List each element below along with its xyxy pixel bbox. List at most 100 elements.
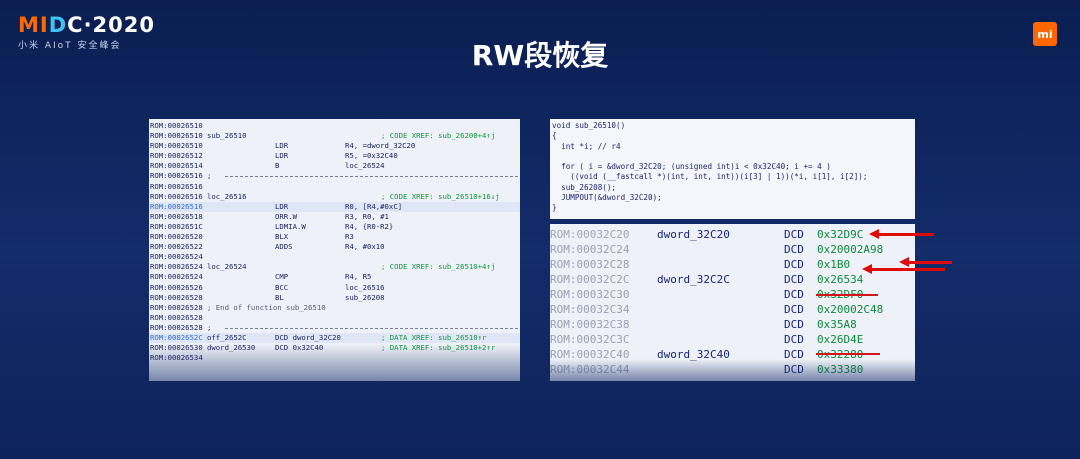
data-label: dword_32C2C <box>657 273 730 286</box>
data-value: 0x32D9C <box>817 228 864 241</box>
data-label: dword_32C40 <box>657 348 730 361</box>
asm-address: ROM:00026530 <box>150 343 203 353</box>
asm-address: ROM:00026528 <box>150 322 203 332</box>
data-address: ROM:00032C40 <box>550 348 630 361</box>
pseudocode-line: JUMPOUT(&dword_32C20); <box>552 193 662 203</box>
asm-line: ROM:00026522 ADDS R4, #0x10 <box>149 242 520 252</box>
asm-address: ROM:00026512 <box>150 151 203 161</box>
pseudocode-lines: void sub_26510(){ int *i; // r4 for ( i … <box>550 119 915 214</box>
data-directive: DCD <box>784 363 804 376</box>
data-directive: DCD <box>784 228 804 241</box>
data-label: dword_32C20 <box>657 228 730 241</box>
data-row: ROM:00032C34 DCD 0x20002C48 <box>550 302 915 317</box>
asm-opcode: BLX <box>275 232 289 242</box>
asm-address: ROM:00026516 <box>150 181 203 191</box>
asm-comment: ; DATA XREF: sub_26510↑r <box>381 332 487 342</box>
asm-line: ROM:00026528 BL sub_26208 <box>149 293 520 303</box>
data-value: 0x20002A98 <box>817 243 884 256</box>
pseudocode-line: int *i; // r4 <box>552 141 621 151</box>
asm-line: ROM:00026510 <box>149 121 520 131</box>
data-row: ROM:00032C20 dword_32C20 DCD 0x32D9C <box>550 227 915 242</box>
data-directive: DCD <box>784 333 804 346</box>
asm-operand: R4, #0x10 <box>345 242 385 252</box>
asm-address: ROM:00026510 <box>150 141 203 151</box>
asm-line: ROM:00026512 LDR R5, =0x32C40 <box>149 151 520 161</box>
asm-line: ROM:00026528 <box>149 313 520 323</box>
disassembly-lines: ROM:00026510 ROM:00026510 sub_26510; CODE … <box>149 119 520 363</box>
data-directive: DCD <box>784 273 804 286</box>
asm-address: ROM:00026534 <box>150 353 203 363</box>
asm-line: ROM:00026524 <box>149 252 520 262</box>
asm-comment: ; CODE XREF: sub_26510+4↑j <box>381 262 496 272</box>
asm-address: ROM:00026518 <box>150 211 203 221</box>
asm-operand: R4, R5 <box>345 272 372 282</box>
asm-address: ROM:00026524 <box>150 252 203 262</box>
data-dump-panel: ROM:00032C20 dword_32C20 DCD 0x32D9C ROM:000… <box>550 224 915 381</box>
asm-opcode: BCC <box>275 282 289 292</box>
data-directive: DCD <box>784 288 804 301</box>
asm-operand: R3 <box>345 232 354 242</box>
data-row: ROM:00032C28 DCD 0x1B0 <box>550 257 915 272</box>
asm-opcode: LDR <box>275 141 289 151</box>
asm-opcode: ADDS <box>275 242 293 252</box>
slide-title: RW段恢复 <box>471 39 609 72</box>
asm-opcode: LDMIA.W <box>275 221 306 231</box>
asm-address: ROM:0002651C <box>150 221 203 231</box>
data-address: ROM:00032C20 <box>550 228 630 241</box>
asm-opcode: ORR.W <box>275 211 297 221</box>
data-address: ROM:00032C28 <box>550 258 630 271</box>
pseudocode-line <box>552 152 915 162</box>
pseudocode-line: { <box>552 131 557 141</box>
asm-label: ; <box>207 171 212 181</box>
asm-label: sub_26510 <box>207 131 247 141</box>
data-address: ROM:00032C30 <box>550 288 630 301</box>
data-address: ROM:00032C38 <box>550 318 630 331</box>
data-directive: DCD <box>784 303 804 316</box>
asm-address: ROM:00026514 <box>150 161 203 171</box>
red-arrow-1 <box>869 229 934 239</box>
asm-address: ROM:00026516 <box>150 191 203 201</box>
asm-address: ROM:00026522 <box>150 242 203 252</box>
asm-opcode: LDR <box>275 151 289 161</box>
asm-line: ROM:00026524 CMP R4, R5 <box>149 272 520 282</box>
asm-separator <box>225 176 518 178</box>
asm-opcode: CMP <box>275 272 289 282</box>
data-value: 0x33380 <box>817 363 864 376</box>
asm-operand: R4, =dword_32C20 <box>345 141 416 151</box>
asm-line: ROM:00026510 LDR R4, =dword_32C20 <box>149 141 520 151</box>
red-arrow-3 <box>862 264 945 274</box>
asm-label: off_2652C <box>207 332 247 342</box>
asm-address: ROM:00026528 <box>150 312 203 322</box>
asm-line: ROM:00026524 loc_26524 ; CODE XREF: sub_26… <box>149 262 520 272</box>
pseudocode-line: sub_26208(); <box>552 182 617 192</box>
pseudocode-line: } <box>552 203 557 213</box>
asm-operand: R0, [R4,#0xC] <box>345 201 403 211</box>
asm-end-comment: ; End of function sub_26510 <box>207 302 326 312</box>
pseudocode-panel: void sub_26510(){ int *i; // r4 for ( i … <box>550 119 915 219</box>
data-value: 0x26534 <box>817 273 864 286</box>
asm-line: ROM:00026516; <box>149 171 520 181</box>
asm-opcode: DCD 0x32C40 <box>275 343 324 353</box>
asm-operand: loc_26516 <box>345 282 385 292</box>
data-value: 0x35A8 <box>817 318 857 331</box>
data-address: ROM:00032C3C <box>550 333 630 346</box>
asm-line: ROM:0002651C LDMIA.W R4, {R0-R2} <box>149 222 520 232</box>
asm-line: ROM:00026516 <box>149 182 520 192</box>
asm-line: ROM:00026510 sub_26510 ; CODE XREF: sub_26… <box>149 131 520 141</box>
asm-address: ROM:00026524 <box>150 262 203 272</box>
underline-26d4e <box>816 353 880 355</box>
asm-line: ROM:0002652C off_2652C DCD dword_32C20 ; DA… <box>149 332 520 344</box>
data-address: ROM:00032C24 <box>550 243 630 256</box>
data-directive: DCD <box>784 243 804 256</box>
asm-operand: R5, =0x32C40 <box>345 151 398 161</box>
asm-address: ROM:00026520 <box>150 232 203 242</box>
asm-line: ROM:00026526 BCC loc_26516 <box>149 283 520 293</box>
asm-opcode: LDR <box>275 201 289 211</box>
data-directive: DCD <box>784 318 804 331</box>
asm-line: ROM:00026530 dword_26530 DCD 0x32C40 ; DATA… <box>149 343 520 353</box>
asm-label: ; <box>207 322 212 332</box>
pseudocode-line: for ( i = &dword_32C20; (unsigned int)i … <box>552 162 831 172</box>
asm-line: ROM:00026520 BLX R3 <box>149 232 520 242</box>
asm-address: ROM:00026510 <box>150 131 203 141</box>
asm-opcode: DCD dword_32C20 <box>275 332 341 342</box>
